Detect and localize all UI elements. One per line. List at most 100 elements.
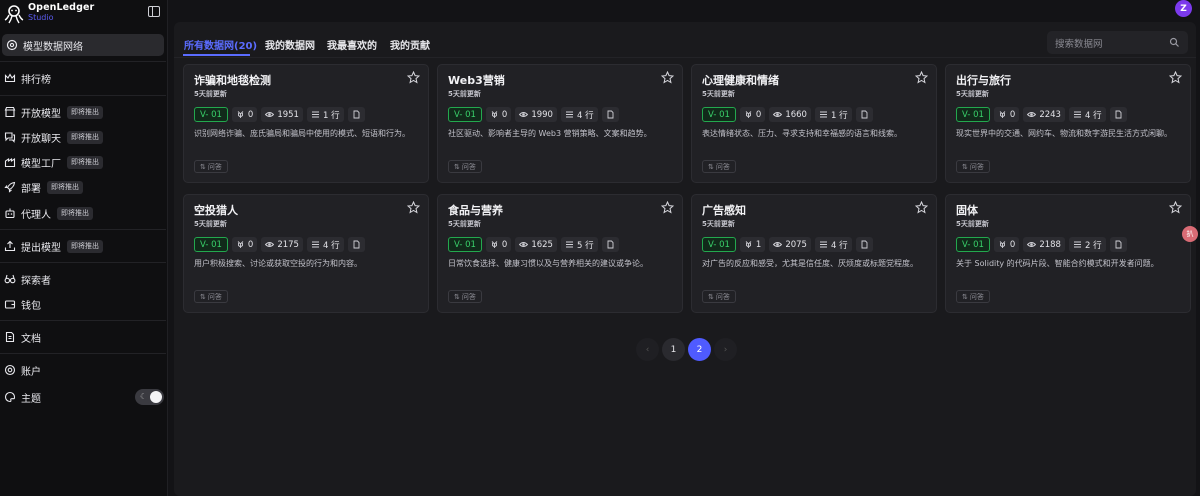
file-icon	[606, 110, 615, 119]
file-stat[interactable]	[855, 107, 873, 122]
version-badge: V- 01	[702, 237, 736, 252]
rows-stat: 4 行	[306, 237, 344, 252]
datanet-card[interactable]: Web3营销 5天前更新 V- 01 0 1990 4 行社区驱动、影响者主导的 Web3…	[437, 64, 683, 183]
views-stat: 1660	[769, 107, 811, 122]
eye-icon	[519, 110, 529, 119]
views-count: 2243	[1039, 109, 1061, 120]
card-stats: V- 01 1 2075 4 行	[702, 237, 873, 252]
datanet-card[interactable]: 出行与旅行 5天前更新 V- 01 0 2243 4 行现实世界中的交通、网约车、物流和数…	[945, 64, 1191, 183]
qa-tag-label: 问答	[715, 292, 730, 301]
card-description: 日常饮食选择、健康习惯以及与营养相关的建议或争论。	[448, 259, 648, 268]
favorite-star-icon[interactable]	[661, 201, 674, 214]
card-title: 空投猎人	[194, 204, 238, 217]
crown-icon	[4, 72, 16, 84]
brand[interactable]: OpenLedger Studio	[4, 2, 124, 25]
sidebar-item-data-network[interactable]: 模型数据网络	[2, 34, 164, 56]
datanet-card[interactable]: 广告感知 5天前更新 V- 01 1 2075 4 行对广告的反应和感受，尤其是信任度、厌…	[691, 194, 937, 313]
version-badge: V- 01	[194, 107, 228, 122]
tab-all-datanets[interactable]: 所有数据网(20)	[184, 37, 257, 52]
sidebar-item-model-factory[interactable]: 模型工厂 即将推出	[0, 151, 166, 173]
card-description: 关于 Solidity 的代码片段、智能合约模式和开发者问题。	[956, 259, 1159, 268]
rows-icon	[565, 240, 574, 249]
datanet-card[interactable]: 心理健康和情绪 5天前更新 V- 01 0 1660 1 行表达情绪状态、压力、寻求支持和…	[691, 64, 937, 183]
views-stat: 2075	[769, 237, 811, 252]
views-count: 1990	[531, 109, 553, 120]
datanet-card[interactable]: 诈骗和地毯检测 5天前更新 V- 01 0 1951 1 行识别网络诈骗、庞氏骗局和骗局中…	[183, 64, 429, 183]
theme-toggle[interactable]: ☾	[135, 389, 164, 405]
qa-icon: ⇅	[200, 292, 206, 301]
favorite-star-icon[interactable]	[407, 201, 420, 214]
coming-soon-badge: 即将推出	[47, 180, 83, 194]
openledger-logo-icon	[4, 5, 24, 24]
pagination-next-button[interactable]: ›	[714, 338, 737, 361]
qa-tag-label: 问答	[207, 292, 222, 301]
favorite-star-icon[interactable]	[1169, 201, 1182, 214]
sidebar-item-label: 探索者	[21, 275, 51, 287]
floating-badge[interactable]: 扒	[1182, 226, 1198, 242]
binoculars-icon	[4, 273, 16, 285]
tab-my-contributions[interactable]: 我的贡献	[390, 37, 430, 52]
sidebar-item-wallet[interactable]: 钱包	[0, 293, 166, 315]
favorite-star-icon[interactable]	[915, 201, 928, 214]
likes-count: 0	[1009, 239, 1016, 250]
toggle-knob	[150, 391, 162, 403]
rows-count: 1 行	[322, 110, 340, 121]
chat-icon	[4, 131, 16, 143]
card-updated-time: 5天前更新	[702, 220, 735, 228]
like-icon	[490, 110, 499, 119]
rows-stat: 1 行	[306, 107, 344, 122]
sidebar-collapse-icon[interactable]	[148, 6, 160, 17]
pagination-page-2[interactable]: 2	[688, 338, 711, 361]
favorite-star-icon[interactable]	[407, 71, 420, 84]
pagination-prev-button[interactable]: ‹	[636, 338, 659, 361]
sidebar-item-open-chat[interactable]: 开放聊天 即将推出	[0, 126, 166, 148]
tab-my-datanets[interactable]: 我的数据网	[265, 37, 315, 52]
qa-tag-label: 问答	[461, 162, 476, 171]
file-stat[interactable]	[347, 107, 365, 122]
sidebar-item-agent[interactable]: 代理人 即将推出	[0, 202, 166, 224]
search-placeholder: 搜索数据网	[1055, 39, 1103, 50]
rows-stat: 1 行	[814, 107, 852, 122]
card-title: 固体	[956, 204, 978, 217]
file-stat[interactable]	[601, 237, 619, 252]
user-avatar[interactable]: Z	[1175, 0, 1192, 17]
pagination-page-1[interactable]: 1	[662, 338, 685, 361]
moon-icon: ☾	[140, 392, 148, 401]
likes-count: 0	[755, 109, 762, 120]
sidebar-item-propose-model[interactable]: 提出模型 即将推出	[0, 235, 166, 257]
coming-soon-badge: 即将推出	[67, 155, 103, 169]
favorite-star-icon[interactable]	[1169, 71, 1182, 84]
like-icon	[998, 240, 1007, 249]
file-stat[interactable]	[1109, 107, 1127, 122]
file-stat[interactable]	[855, 237, 873, 252]
card-title: 食品与营养	[448, 204, 503, 217]
tab-favorites[interactable]: 我最喜欢的	[327, 37, 377, 52]
coming-soon-badge: 即将推出	[57, 206, 93, 220]
tabs-divider	[174, 57, 1196, 58]
datanet-card[interactable]: 固体 5天前更新 V- 01 0 2188 2 行关于 Solidity 的代码片段、智能…	[945, 194, 1191, 313]
rows-count: 5 行	[576, 240, 594, 251]
like-icon	[998, 110, 1007, 119]
datanet-card[interactable]: 食品与营养 5天前更新 V- 01 0 1625 5 行日常饮食选择、健康习惯以及与营养相…	[437, 194, 683, 313]
sidebar-item-label: 开放聊天	[21, 133, 61, 145]
favorite-star-icon[interactable]	[915, 71, 928, 84]
divider	[0, 61, 166, 62]
file-stat[interactable]	[1109, 237, 1127, 252]
sidebar-item-label: 排行榜	[21, 74, 51, 86]
favorite-star-icon[interactable]	[661, 71, 674, 84]
qa-icon: ⇅	[708, 292, 714, 301]
sidebar-item-leaderboard[interactable]: 排行榜	[0, 67, 166, 89]
sidebar-item-explorer[interactable]: 探索者	[0, 268, 166, 290]
search-input[interactable]: 搜索数据网	[1047, 31, 1188, 54]
card-updated-time: 5天前更新	[194, 220, 227, 228]
sidebar-item-deploy[interactable]: 部署 即将推出	[0, 176, 166, 198]
sidebar-item-account[interactable]: 账户	[0, 359, 166, 381]
sidebar-item-docs[interactable]: 文档	[0, 326, 166, 348]
datanet-card[interactable]: 空投猎人 5天前更新 V- 01 0 2175 4 行用户积极搜索、讨论或获取空投的行为和…	[183, 194, 429, 313]
file-stat[interactable]	[347, 237, 365, 252]
file-stat[interactable]	[601, 107, 619, 122]
brand-subtitle: Studio	[28, 13, 54, 22]
sidebar-item-open-model[interactable]: 开放模型 即将推出	[0, 101, 166, 123]
sidebar-item-label: 代理人	[21, 209, 51, 221]
likes-count: 0	[501, 109, 508, 120]
